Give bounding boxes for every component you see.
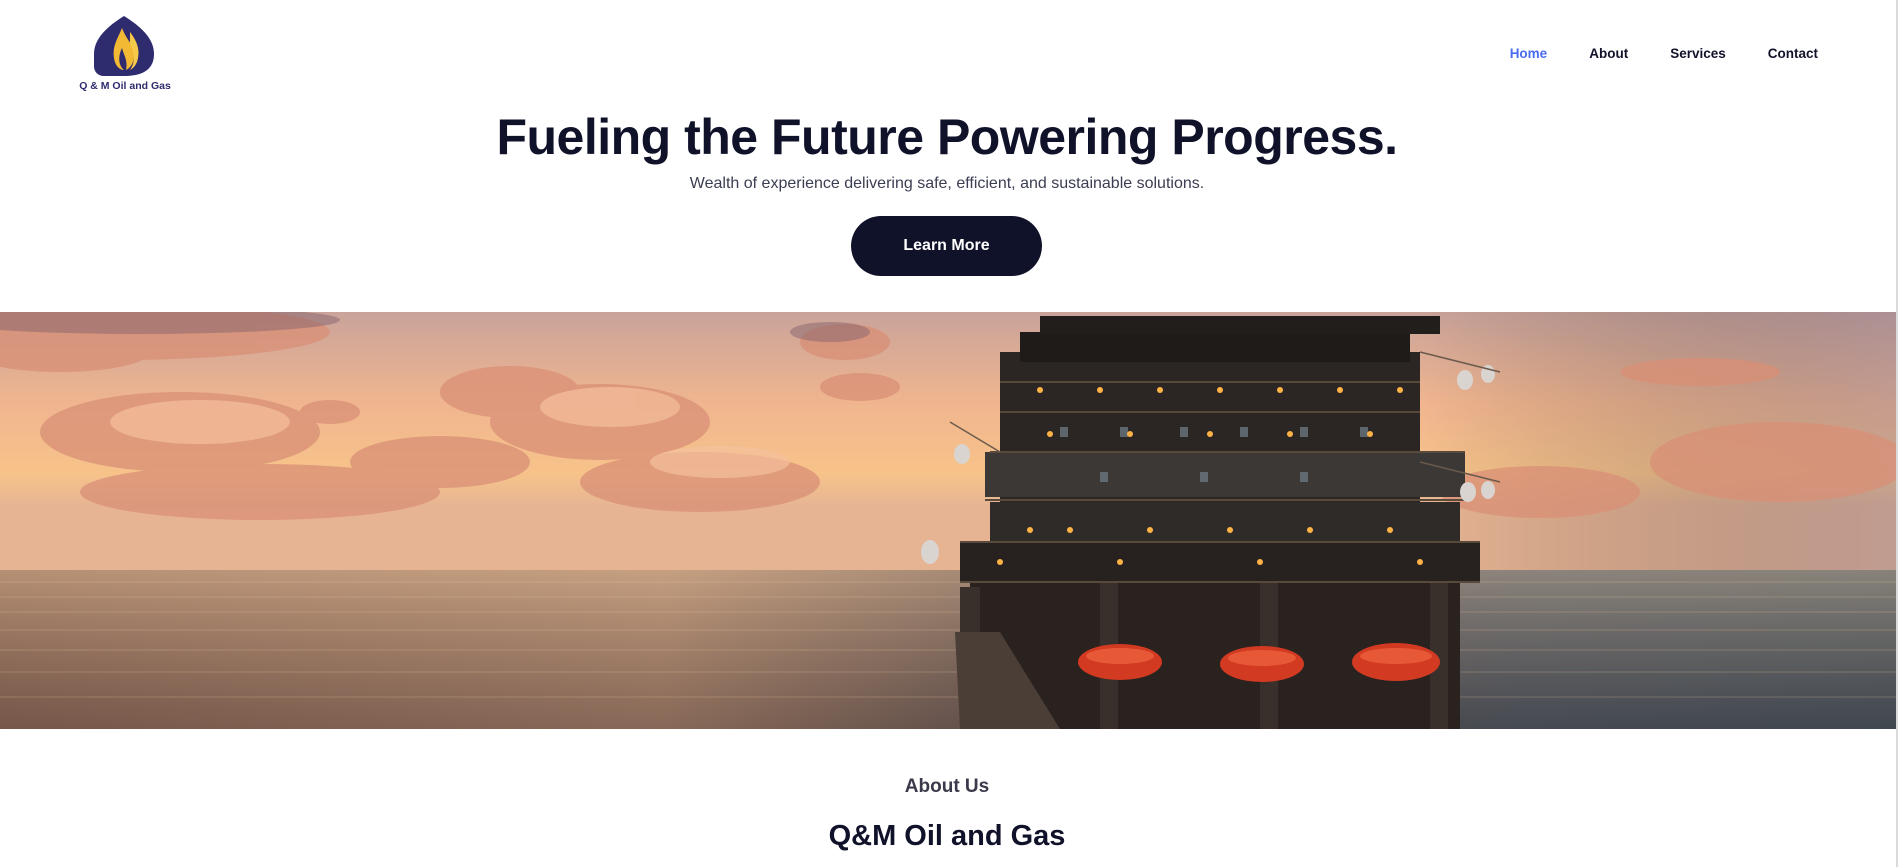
brand-logo[interactable]: Q & M Oil and Gas	[70, 14, 180, 94]
brand-name: Q & M Oil and Gas	[79, 80, 171, 92]
hero-title: Fueling the Future Powering Progress.	[496, 109, 1398, 165]
hero-banner	[0, 312, 1896, 729]
page: Q & M Oil and Gas Home About Services Co…	[0, 0, 1898, 867]
learn-more-button[interactable]: Learn More	[851, 216, 1042, 276]
offshore-rig-image	[0, 312, 1896, 729]
flame-drop-icon	[94, 16, 154, 76]
about-section-label: About Us	[904, 776, 990, 797]
nav-about[interactable]: About	[1589, 46, 1628, 61]
about-section-title: Q&M Oil and Gas	[828, 820, 1066, 852]
nav-contact[interactable]: Contact	[1768, 46, 1818, 61]
hero-subtitle: Wealth of experience delivering safe, ef…	[689, 175, 1205, 192]
main-nav: Home About Services Contact	[1468, 46, 1818, 61]
nav-home[interactable]: Home	[1510, 46, 1548, 61]
nav-services[interactable]: Services	[1670, 46, 1726, 61]
